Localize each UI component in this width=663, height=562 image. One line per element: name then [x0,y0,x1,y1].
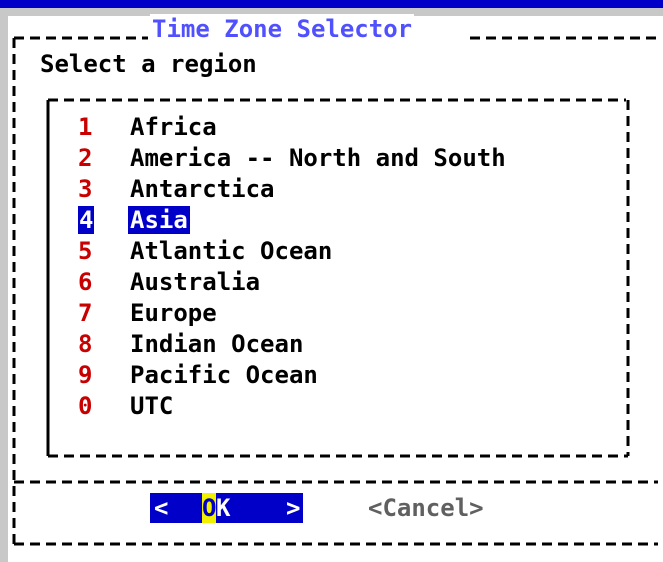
list-item-label: Atlantic Ocean [130,237,333,265]
list-item-asia[interactable]: 4 Asia [70,206,190,234]
list-item-label: Africa [130,113,217,141]
list-item-label: Australia [130,268,261,296]
region-prompt: Select a region [40,50,257,78]
ok-button-label: K [216,494,231,522]
list-item-label: Pacific Ocean [130,361,318,389]
list-item-africa[interactable]: 1 Africa [70,113,217,141]
list-item-label: Indian Ocean [130,330,304,358]
ok-button-open-bracket: < [154,494,169,522]
list-item-number: 7 [78,299,93,327]
list-item-number: 6 [78,268,93,296]
ok-button[interactable]: < O K > [150,493,303,523]
list-item-label: Europe [130,299,217,327]
list-item-utc[interactable]: 0 UTC [70,392,173,420]
list-item-number: 2 [78,144,93,172]
list-item-europe[interactable]: 7 Europe [70,299,217,327]
list-item-number: 9 [78,361,93,389]
cancel-button[interactable]: <Cancel> [368,493,484,523]
list-item-number: 1 [78,113,93,141]
list-item-label: Antarctica [130,175,275,203]
list-item-atlantic-ocean[interactable]: 5 Atlantic Ocean [70,237,332,265]
list-item-label: America -- North and South [130,144,506,172]
list-item-label: UTC [130,392,174,420]
list-item-australia[interactable]: 6 Australia [70,268,260,296]
list-item-number: 0 [78,392,93,420]
list-item-indian-ocean[interactable]: 8 Indian Ocean [70,330,303,358]
dialog-title: Time Zone Selector [150,14,415,44]
list-item-america[interactable]: 2 America -- North and South [70,144,506,172]
list-item-number: 8 [78,330,93,358]
list-item-number: 5 [78,237,93,265]
ok-button-hotkey: O [202,493,217,523]
list-item-label: Asia [128,206,190,234]
list-item-number: 3 [78,175,93,203]
list-item-antarctica[interactable]: 3 Antarctica [70,175,275,203]
list-item-pacific-ocean[interactable]: 9 Pacific Ocean [70,361,318,389]
screen-top-bar [0,0,663,8]
list-item-number: 4 [78,206,95,234]
ok-button-close-bracket: > [286,494,301,522]
